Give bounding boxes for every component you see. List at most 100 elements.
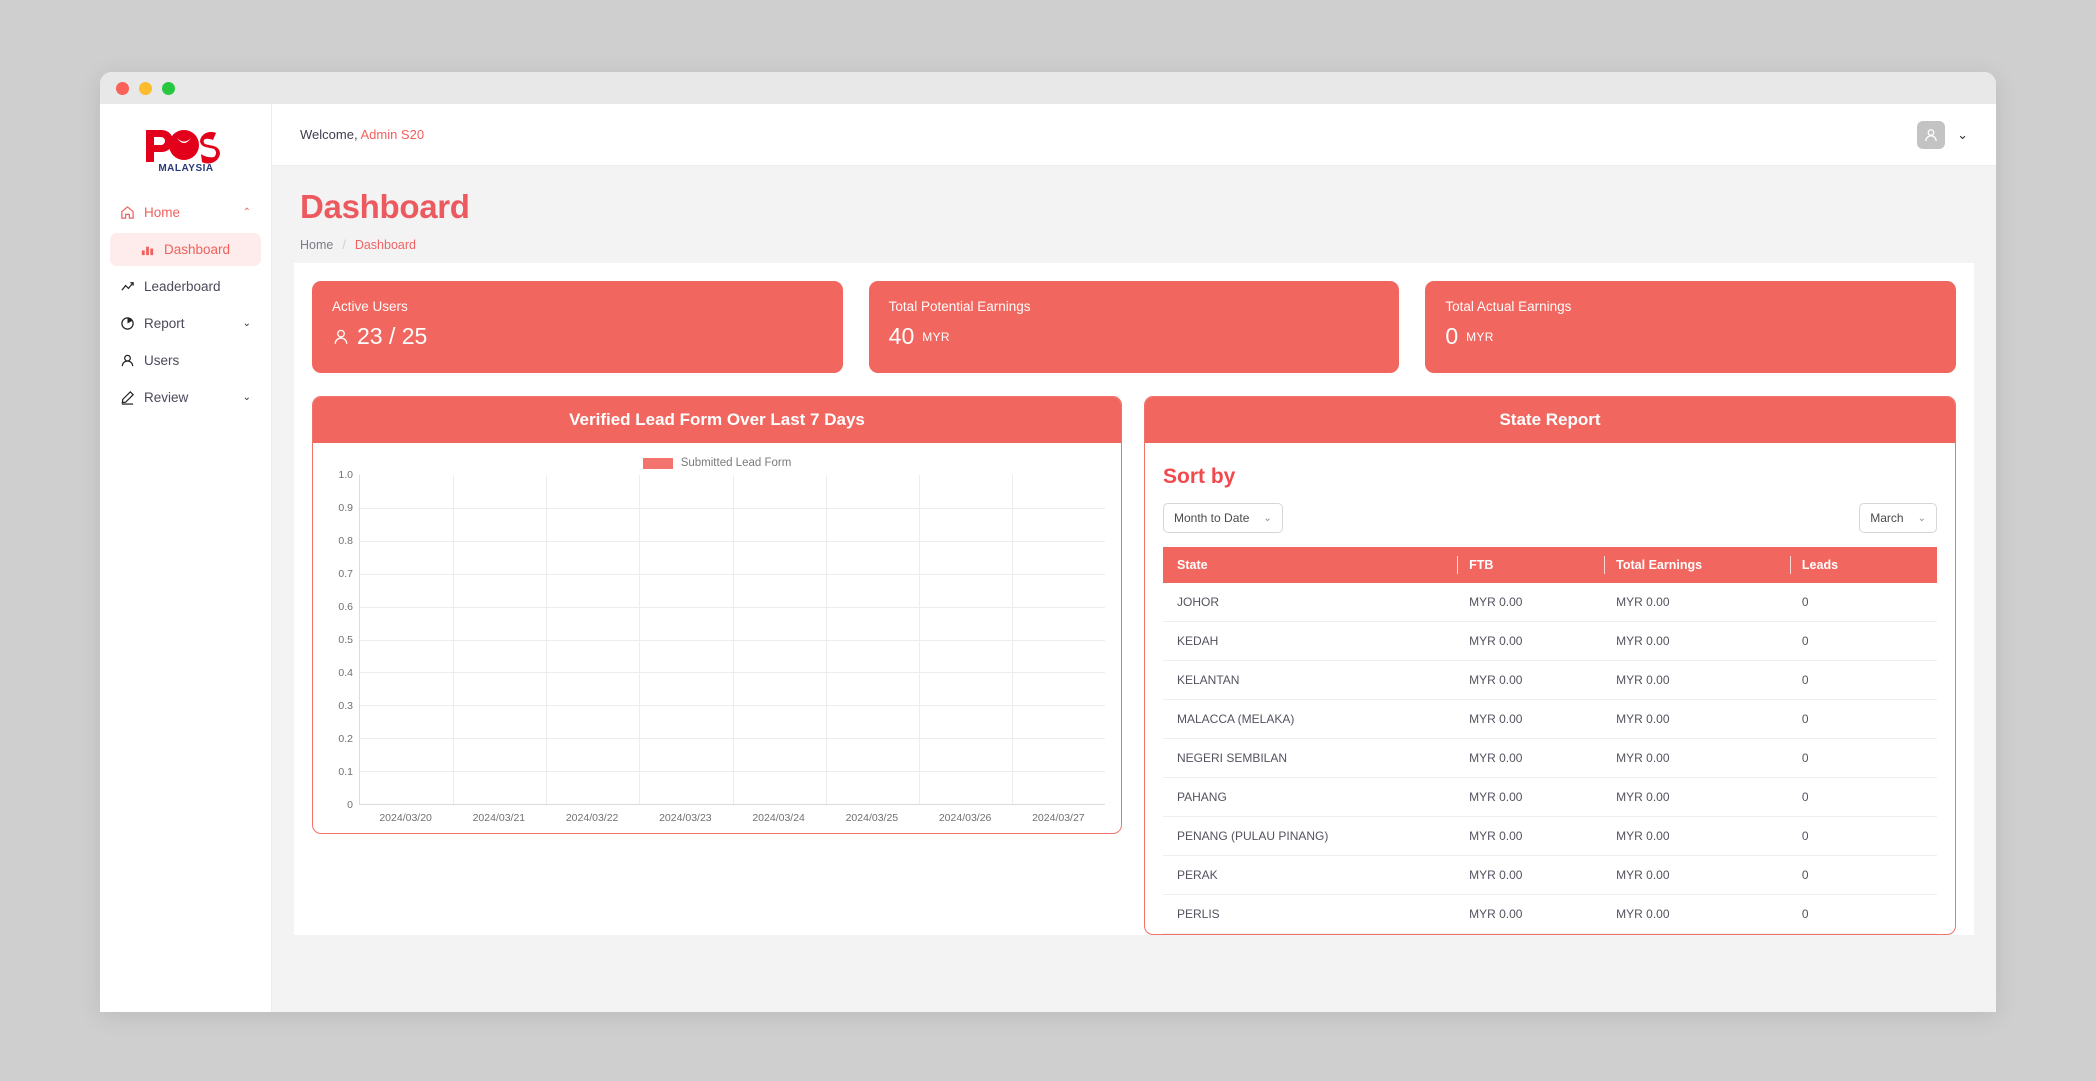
cell-state: JOHOR	[1163, 583, 1458, 622]
sort-by-label: Sort by	[1163, 465, 1236, 488]
table-row[interactable]: MALACCA (MELAKA) MYR 0.00 MYR 0.00 0	[1163, 699, 1937, 739]
user-icon	[120, 353, 135, 368]
sidebar-item-home[interactable]: Home ⌃	[110, 196, 261, 229]
sidebar-item-report[interactable]: Report ⌄	[110, 307, 261, 340]
user-avatar-icon	[1925, 128, 1937, 141]
report-body: Sort by Month to Date ⌄ March ⌄ State FT…	[1145, 443, 1955, 934]
cell-total-earnings: MYR 0.00	[1604, 621, 1790, 661]
cell-leads: 0	[1789, 621, 1937, 661]
content-surface: Active Users 23 / 25 Total Potential Ear…	[294, 263, 1974, 935]
x-axis-tick-label: 2024/03/25	[845, 812, 899, 824]
stat-card-active-users: Active Users 23 / 25	[312, 281, 843, 373]
cell-leads: 0	[1789, 738, 1937, 778]
svg-text:MALAYSIA: MALAYSIA	[158, 163, 213, 174]
table-row[interactable]: PENANG (PULAU PINANG) MYR 0.00 MYR 0.00 0	[1163, 816, 1937, 856]
cell-leads: 0	[1789, 660, 1937, 700]
month-select-value: March	[1870, 511, 1904, 525]
chart-plot-area: 1.0 0.9 0.8 0.7 0.6 0.5 0.4 0.3 0.2 0.1 0	[329, 469, 1105, 811]
y-axis-tick-label: 0.3	[338, 700, 353, 712]
sidebar-item-users[interactable]: Users	[110, 344, 261, 377]
cell-state: NEGERI SEMBILAN	[1163, 738, 1458, 778]
state-report-panel: State Report Sort by Month to Date ⌄ Mar…	[1144, 396, 1956, 935]
chart-legend: Submitted Lead Form	[329, 457, 1105, 469]
chart-bar-icon	[140, 242, 155, 257]
welcome-message: Welcome, Admin S20	[300, 127, 424, 142]
table-row[interactable]: KELANTAN MYR 0.00 MYR 0.00 0	[1163, 660, 1937, 700]
sidebar-item-label: Leaderboard	[144, 278, 221, 294]
stat-card-title: Total Potential Earnings	[888, 299, 1031, 314]
sidebar-item-leaderboard[interactable]: Leaderboard	[110, 270, 261, 303]
sidebar-item-label: Report	[144, 315, 185, 331]
chevron-down-icon: ⌄	[1263, 512, 1272, 524]
column-header-total-earnings[interactable]: Total Earnings	[1604, 547, 1790, 583]
gridline-vertical	[453, 475, 455, 804]
gridline-vertical	[546, 475, 548, 804]
table-row[interactable]: NEGERI SEMBILAN MYR 0.00 MYR 0.00 0	[1163, 738, 1937, 778]
x-axis-tick-label: 2024/03/27	[1032, 812, 1085, 824]
table-row[interactable]: PERAK MYR 0.00 MYR 0.00 0	[1163, 855, 1937, 895]
table-row[interactable]: KEDAH MYR 0.00 MYR 0.00 0	[1163, 621, 1937, 661]
legend-swatch[interactable]	[642, 457, 673, 469]
sidebar-item-dashboard[interactable]: Dashboard	[110, 233, 261, 266]
cell-state: KEDAH	[1163, 621, 1458, 661]
home-icon	[120, 205, 135, 220]
cell-ftb: MYR 0.00	[1457, 894, 1605, 934]
month-select[interactable]: March ⌄	[1859, 503, 1937, 533]
gridline-vertical	[732, 475, 734, 804]
page-title: Dashboard	[300, 188, 470, 225]
stat-card-value-row: 0 MYR	[1445, 323, 1936, 350]
chevron-down-icon: ⌄	[1917, 512, 1926, 524]
page-content: Dashboard Home / Dashboard Active Users	[272, 166, 1996, 1012]
minimize-window-button[interactable]	[139, 81, 152, 95]
chevron-down-icon[interactable]: ⌄	[1957, 127, 1968, 143]
gridline-vertical	[918, 475, 920, 804]
column-header-state[interactable]: State	[1163, 547, 1458, 583]
column-header-leads[interactable]: Leads	[1789, 547, 1937, 583]
range-select[interactable]: Month to Date ⌄	[1163, 503, 1283, 533]
sidebar-item-label: Review	[144, 389, 189, 405]
page-header: Dashboard Home / Dashboard	[272, 166, 1996, 252]
pos-malaysia-logo[interactable]: MALAYSIA	[100, 112, 271, 196]
table-row[interactable]: PAHANG MYR 0.00 MYR 0.00 0	[1163, 777, 1937, 817]
avatar[interactable]	[1917, 120, 1946, 149]
sidebar-nav: Home ⌃ Dashboard Leaderboard Report ⌄ Us…	[100, 196, 271, 414]
verified-lead-form-chart-panel: Verified Lead Form Over Last 7 Days Subm…	[312, 396, 1122, 834]
cell-ftb: MYR 0.00	[1457, 816, 1605, 856]
y-axis-tick-label: 0.5	[338, 634, 353, 646]
gridline-vertical	[639, 475, 641, 804]
close-window-button[interactable]	[116, 81, 129, 95]
cell-ftb: MYR 0.00	[1457, 621, 1605, 661]
sidebar-item-review[interactable]: Review ⌄	[110, 381, 261, 414]
trend-up-icon	[120, 279, 135, 294]
dashboard-panels: Verified Lead Form Over Last 7 Days Subm…	[312, 396, 1956, 935]
table-row[interactable]: JOHOR MYR 0.00 MYR 0.00 0	[1163, 583, 1937, 622]
cell-total-earnings: MYR 0.00	[1604, 777, 1790, 817]
topbar: Welcome, Admin S20 ⌄	[272, 104, 1996, 166]
report-controls: Month to Date ⌄ March ⌄	[1163, 503, 1937, 533]
y-axis-tick-label: 0	[347, 799, 353, 811]
table-row[interactable]: PERLIS MYR 0.00 MYR 0.00 0	[1163, 894, 1937, 934]
maximize-window-button[interactable]	[162, 81, 175, 95]
cell-total-earnings: MYR 0.00	[1604, 816, 1790, 856]
window-titlebar	[100, 72, 1996, 104]
cell-leads: 0	[1789, 855, 1937, 895]
stat-card-unit: MYR	[1466, 329, 1494, 344]
y-axis-tick-label: 1.0	[338, 469, 353, 481]
pie-chart-icon	[120, 316, 135, 331]
x-axis-tick-label: 2024/03/21	[472, 812, 526, 824]
cell-total-earnings: MYR 0.00	[1604, 699, 1790, 739]
chevron-up-icon: ⌃	[242, 207, 251, 218]
desktop-background: MALAYSIA Home ⌃ Dashboard Leaderboard Re…	[0, 0, 2096, 1081]
sidebar: MALAYSIA Home ⌃ Dashboard Leaderboard Re…	[100, 104, 272, 1012]
x-axis-tick-label: 2024/03/20	[379, 812, 432, 824]
topbar-right: ⌄	[1917, 120, 1968, 149]
breadcrumb-home[interactable]: Home	[300, 238, 333, 252]
cell-state: PERAK	[1163, 855, 1458, 895]
table-header-row: State FTB Total Earnings Leads	[1163, 547, 1937, 583]
stat-card-value: 40	[888, 323, 915, 349]
browser-window: MALAYSIA Home ⌃ Dashboard Leaderboard Re…	[100, 72, 1996, 1012]
cell-ftb: MYR 0.00	[1457, 777, 1605, 817]
column-header-ftb[interactable]: FTB	[1457, 547, 1605, 583]
cell-total-earnings: MYR 0.00	[1604, 855, 1790, 895]
cell-state: PERLIS	[1163, 894, 1458, 934]
